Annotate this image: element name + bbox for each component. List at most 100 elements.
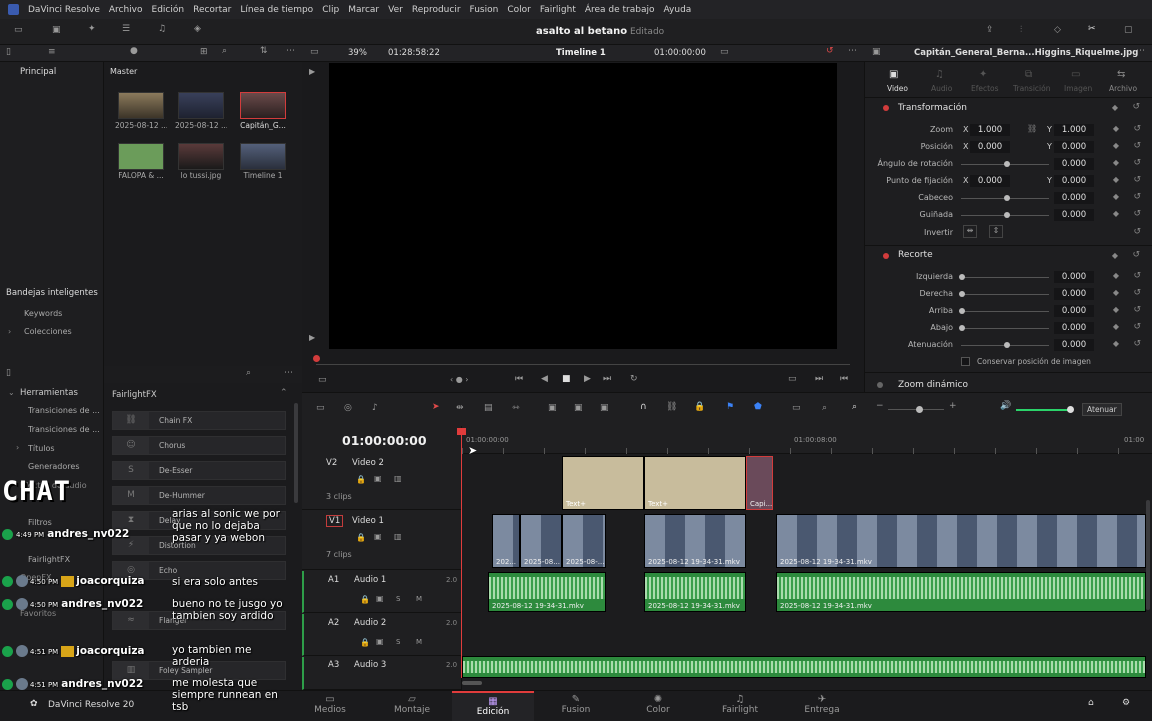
clip-thumbnail[interactable] (118, 92, 164, 119)
more-options-icon[interactable]: ⋯ (284, 368, 293, 378)
keyframe-diamond-icon[interactable]: ◆ (1113, 322, 1119, 331)
transform-overlay-icon[interactable]: ▭ (318, 375, 327, 385)
inspector-toggle-icon[interactable]: ✂ (1088, 24, 1096, 34)
zoom-full-icon[interactable]: ▭ (792, 403, 801, 413)
crop-bottom-knob[interactable] (959, 325, 965, 331)
page-fusion[interactable]: ✎ Fusion (546, 691, 606, 721)
clips-icon[interactable]: ▣ (52, 25, 61, 35)
list-view-icon[interactable]: ≡ (48, 47, 56, 57)
jog-icon[interactable]: ‹ ● › (450, 375, 468, 384)
retain-image-position-checkbox[interactable] (961, 357, 970, 366)
effects-icon[interactable]: ✦ (88, 24, 96, 34)
marker-icon[interactable]: ⬟ (754, 402, 762, 412)
crop-left-field[interactable]: 0.000 (1054, 271, 1094, 283)
menu-ver[interactable]: Ver (388, 5, 403, 15)
loop-icon[interactable]: ↺ (826, 46, 834, 56)
auto-select-icon[interactable]: ▣ (376, 637, 384, 646)
tree-video-transitions[interactable]: Transiciones de ... (28, 406, 100, 415)
keyframe-diamond-icon[interactable]: ◆ (1112, 103, 1118, 112)
position-y-field[interactable]: 0.000 (1054, 141, 1094, 153)
reset-icon[interactable]: ↺ (1133, 158, 1141, 168)
media-pool-icon[interactable]: ▭ (14, 25, 23, 35)
mute-icon[interactable]: M (416, 595, 422, 603)
tree-audio-transitions[interactable]: Transiciones de ... (28, 425, 100, 434)
page-media[interactable]: ▭ Medios (300, 691, 360, 721)
chevron-down-icon[interactable]: ⌄ (8, 388, 15, 397)
loop-playback-icon[interactable]: ↻ (630, 374, 638, 384)
play-forward-small-icon[interactable]: ▶ (309, 67, 315, 76)
tab-video[interactable]: Video (887, 84, 908, 93)
video-clip[interactable]: 2025-08-12 19-34-31.mkv (776, 514, 1146, 568)
fx-item[interactable]: ≈ Flanger (112, 611, 286, 630)
mic-icon[interactable]: ♪ (372, 403, 378, 413)
render-icon[interactable]: ⇪ (986, 25, 994, 35)
reset-icon[interactable]: ↺ (1133, 305, 1141, 315)
view-icon[interactable]: ◎ (344, 403, 352, 413)
linked-selection-icon[interactable]: ⛓ (666, 402, 677, 412)
fx-item[interactable]: ☺ Chorus (112, 436, 286, 455)
crop-enabled-dot[interactable] (883, 253, 889, 259)
crop-top-knob[interactable] (959, 308, 965, 314)
anchor-y-field[interactable]: 0.000 (1054, 175, 1094, 187)
page-cut[interactable]: ▱ Montaje (382, 691, 442, 721)
menu-archivo[interactable]: Archivo (109, 5, 143, 15)
menu-linea-de-tiempo[interactable]: Línea de tiempo (240, 5, 313, 15)
crop-left-knob[interactable] (959, 274, 965, 280)
menu-clip[interactable]: Clip (322, 5, 339, 15)
viewer-screen[interactable] (329, 63, 837, 349)
tree-fairlightfx[interactable]: FairlightFX (28, 555, 70, 564)
effects-tab-icon[interactable]: ✦ (979, 69, 987, 80)
dynamic-trim-icon[interactable]: ▤ (484, 403, 493, 413)
video-clip[interactable]: 202... (492, 514, 520, 568)
tree-audio-effects[interactable]: Efectos de audio (20, 481, 87, 490)
menu-recortar[interactable]: Recortar (193, 5, 231, 15)
edit-index-icon[interactable]: ☰ (122, 24, 130, 34)
yaw-field[interactable]: 0.000 (1054, 209, 1094, 221)
pitch-slider-knob[interactable] (1004, 195, 1010, 201)
keyframe-diamond-icon[interactable]: ◆ (1112, 251, 1118, 260)
tree-titles[interactable]: Títulos (28, 444, 55, 453)
viewer-options-icon[interactable]: ▭ (720, 47, 729, 57)
zoom-custom-icon[interactable]: ⌕ (852, 402, 857, 412)
crop-right-slider[interactable] (961, 294, 1049, 295)
zoom-slider-knob[interactable] (916, 406, 923, 413)
effects-scrollbar[interactable] (294, 403, 298, 503)
lock-icon[interactable]: 🔒 (360, 595, 370, 604)
auto-select-icon[interactable]: ▣ (374, 474, 382, 483)
inspector-mini-icon[interactable]: ◈ (194, 24, 201, 34)
zoom-out-icon[interactable]: − (876, 401, 884, 411)
menu-ayuda[interactable]: Ayuda (664, 5, 692, 15)
track-name[interactable]: Audio 2 (354, 618, 386, 628)
dynamic-zoom-heading[interactable]: Zoom dinámico (898, 380, 968, 390)
keyframe-diamond-icon[interactable]: ◆ (1113, 305, 1119, 314)
timeline-thumbnail[interactable] (240, 143, 286, 170)
home-icon[interactable]: ⌂ (1088, 698, 1094, 708)
skip-forward-icon[interactable]: ⏭ (603, 374, 611, 384)
reset-icon[interactable]: ↺ (1132, 102, 1140, 112)
menu-marcar[interactable]: Marcar (348, 5, 379, 15)
crop-left-slider[interactable] (961, 277, 1049, 278)
audio-clip[interactable] (462, 656, 1146, 678)
reset-icon[interactable]: ↺ (1133, 209, 1141, 219)
more-options-icon[interactable]: ⋯ (286, 46, 295, 56)
keyframe-diamond-icon[interactable]: ◆ (1113, 288, 1119, 297)
tab-transition[interactable]: Transición (1013, 84, 1050, 93)
inspector-more-icon[interactable]: ⋯ (1136, 46, 1145, 56)
playhead[interactable] (461, 432, 462, 678)
clip-thumbnail[interactable] (118, 143, 164, 170)
lock-icon[interactable]: 🔒 (356, 475, 366, 484)
video-clip[interactable]: 2025-08... (520, 514, 562, 568)
trim-tool-icon[interactable]: ⇹ (456, 403, 464, 413)
menu-fairlight[interactable]: Fairlight (540, 5, 576, 15)
chevron-right-icon[interactable]: › (16, 443, 19, 452)
keyframe-diamond-icon[interactable]: ◆ (1113, 339, 1119, 348)
menu-reproducir[interactable]: Reproducir (412, 5, 461, 15)
transition-tab-icon[interactable]: ⧉ (1025, 69, 1032, 80)
auto-select-icon[interactable]: ▣ (376, 594, 384, 603)
collapse-icon[interactable]: ⌃ (280, 388, 288, 398)
reset-icon[interactable]: ↺ (1133, 227, 1141, 237)
crop-right-knob[interactable] (959, 291, 965, 297)
reset-icon[interactable]: ↺ (1133, 175, 1141, 185)
timeline-ruler[interactable]: 01:00:00:00 01:00:08:00 01:00 (462, 426, 1152, 454)
transform-enabled-dot[interactable] (883, 105, 889, 111)
